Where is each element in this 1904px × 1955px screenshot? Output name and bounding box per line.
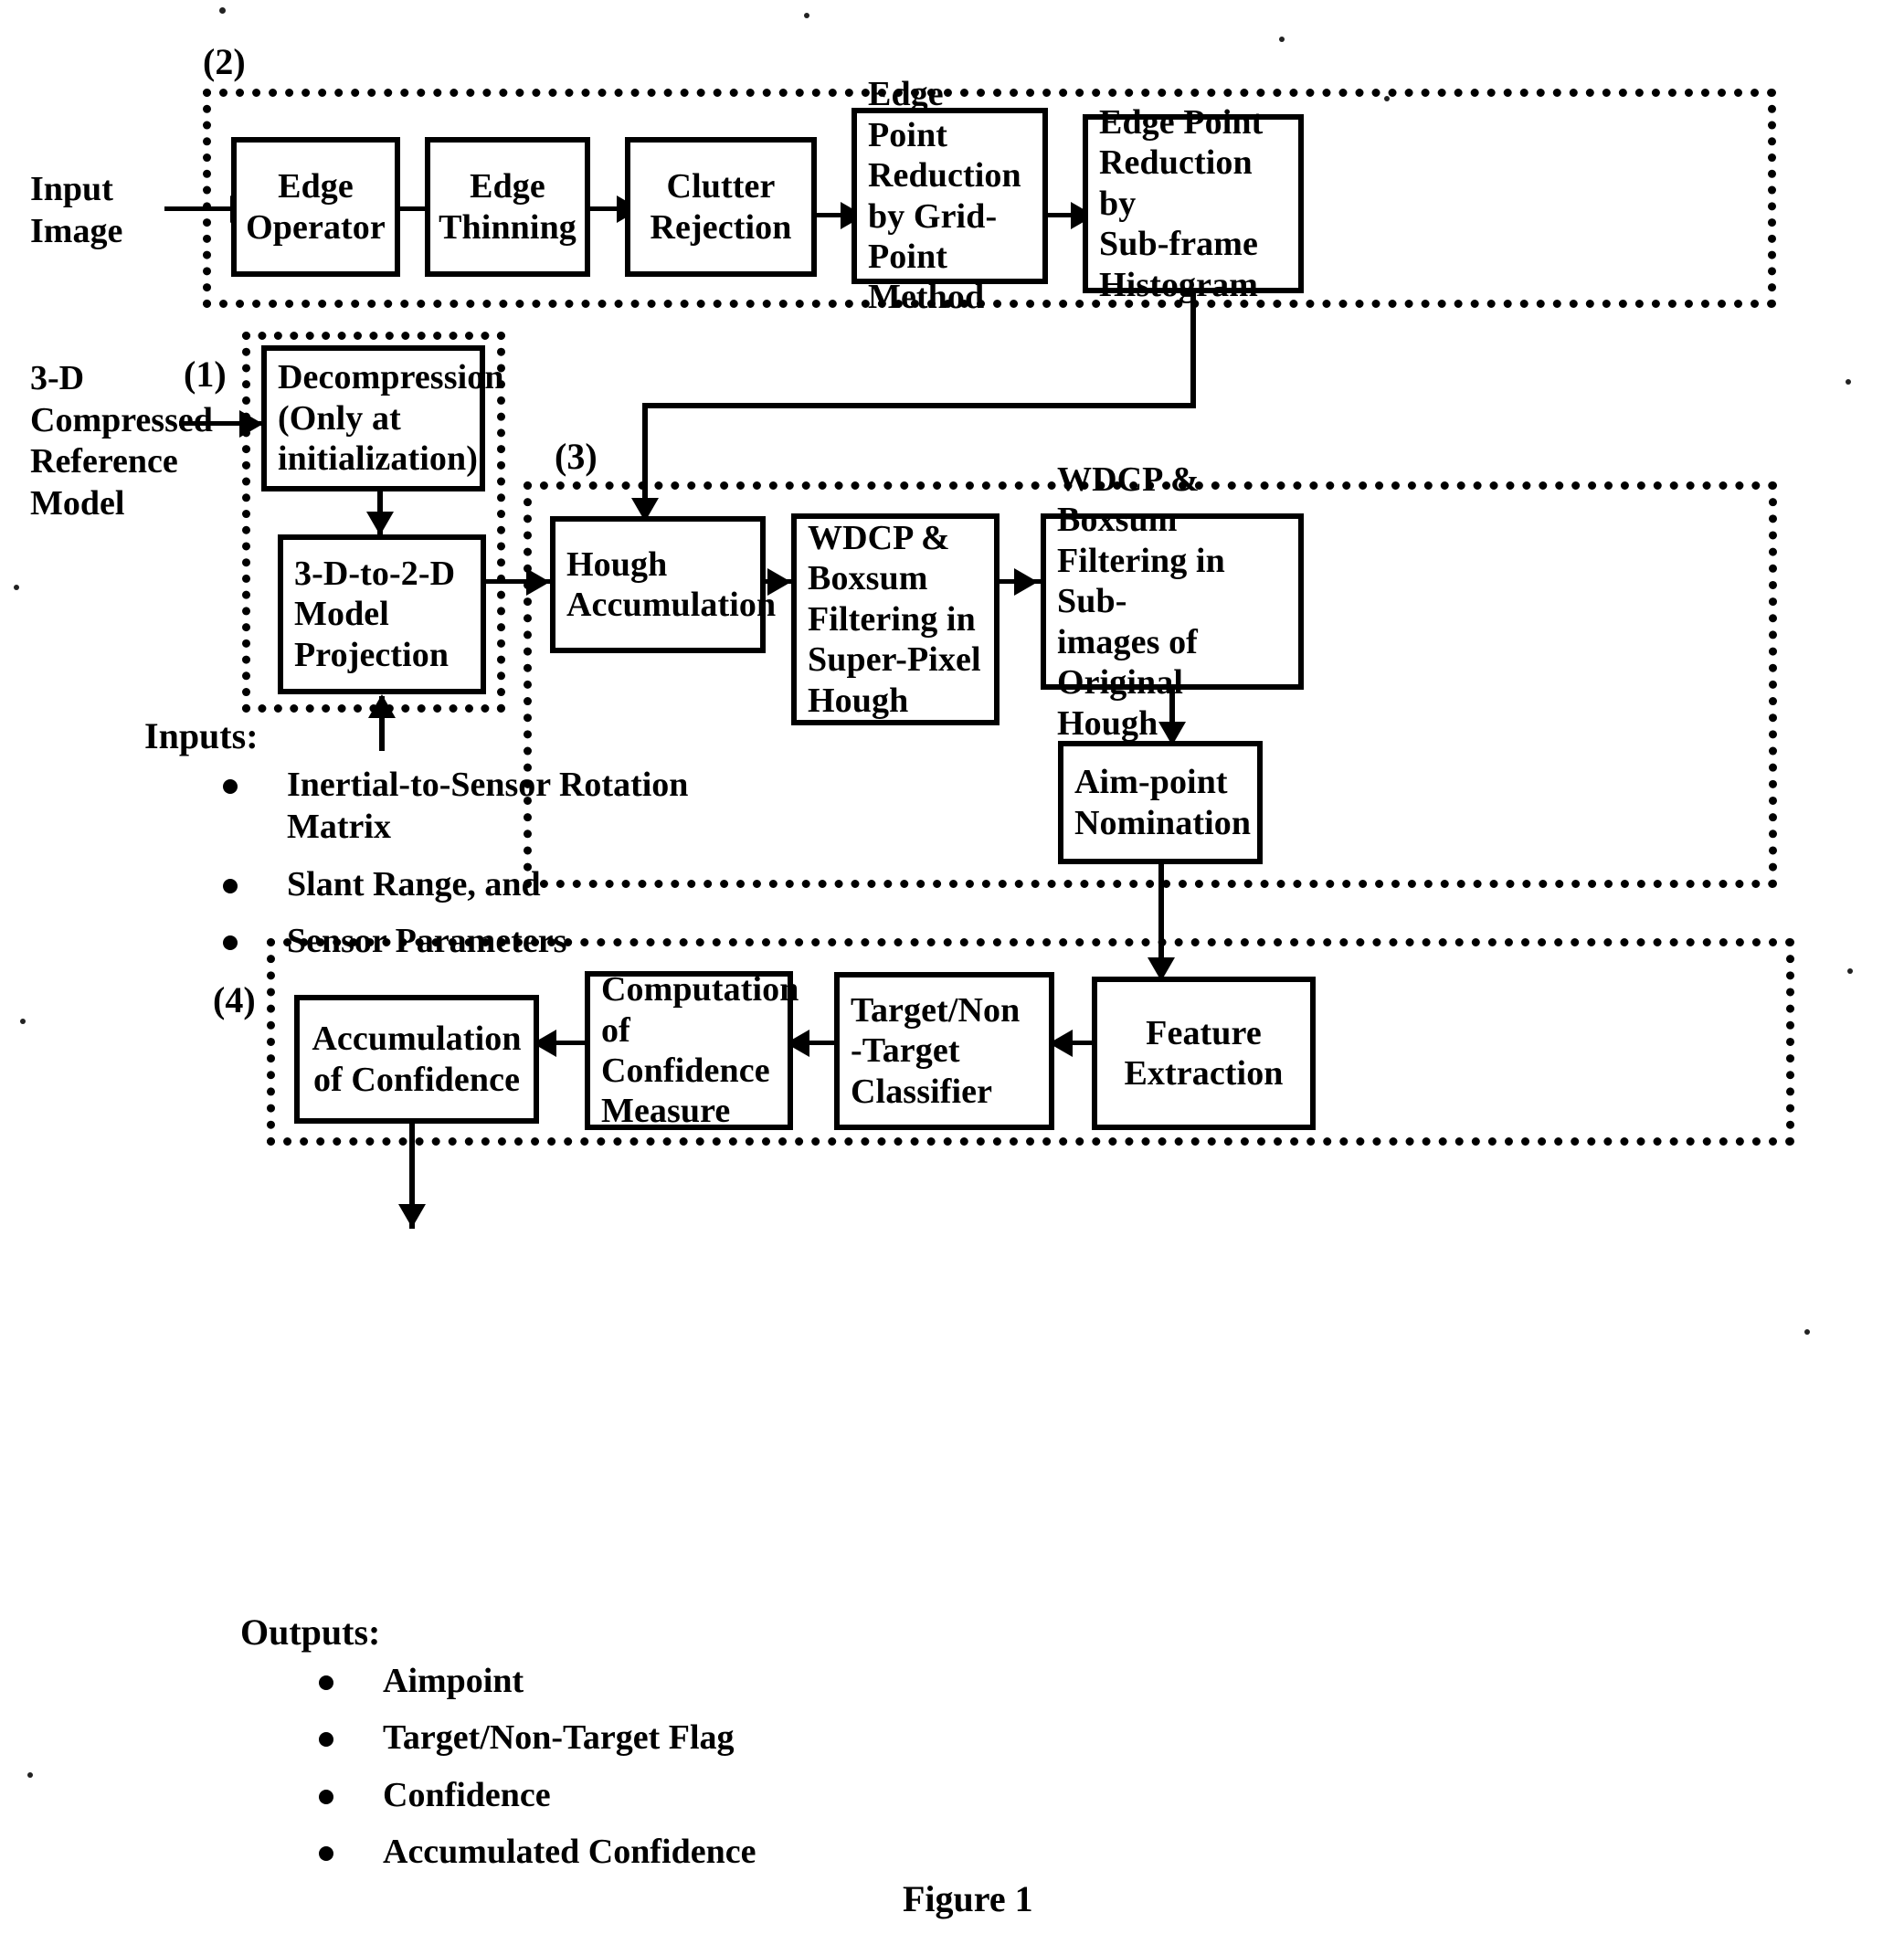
outputs-list-item: Target/Non-Target Flag — [319, 1717, 756, 1759]
box-edge-point-reduction-grid[interactable]: Edge Point Reduction by Grid- Point Meth… — [852, 75, 1048, 316]
box-hough-accumulation-label: Hough Accumulation — [566, 544, 777, 624]
scan-speck — [1846, 379, 1851, 385]
stage3-tag: (3) — [555, 436, 598, 477]
outputs-list-item: Aimpoint — [319, 1660, 756, 1702]
box-edge-thinning-label: Edge Thinning — [439, 167, 576, 247]
scan-speck — [1384, 96, 1390, 101]
inputs-list-items: Inertial-to-Sensor Rotation Matrix Slant… — [144, 764, 799, 962]
box-computation-of-confidence-measure-label: Computation of Confidence Measure — [601, 970, 799, 1131]
box-wdcp-superpixel[interactable]: WDCP & Boxsum Filtering in Super-Pixel H… — [791, 513, 1000, 725]
outputs-list: Outputs: Aimpoint Target/Non-Target Flag… — [240, 1611, 756, 1887]
box-edge-point-reduction-subframe[interactable]: Edge Point Reduction by Sub-frame Histog… — [1083, 103, 1304, 304]
box-edge-operator-label: Edge Operator — [246, 167, 386, 247]
box-clutter-rejection-label: Clutter Rejection — [650, 167, 792, 247]
inputs-list-item: Sensor Parameters — [223, 920, 799, 962]
input-image-label: Input Image — [30, 170, 123, 250]
arrowhead-wdcp1-wdcp2 — [1014, 568, 1038, 596]
box-aim-point-nomination[interactable]: Aim-point Nomination — [1058, 741, 1263, 864]
box-model-projection-label: 3-D-to-2-D Model Projection — [294, 554, 456, 674]
outputs-list-item: Accumulated Confidence — [319, 1831, 756, 1873]
box-decompression-label: Decompression (Only at initialization) — [278, 358, 504, 479]
box-edge-point-reduction-grid-label: Edge Point Reduction by Grid- Point Meth… — [868, 75, 1021, 317]
inputs-list: Inputs: Inertial-to-Sensor Rotation Matr… — [144, 714, 799, 977]
outputs-list-title: Outputs: — [240, 1612, 381, 1653]
scan-speck — [1804, 1329, 1810, 1335]
box-hough-accumulation[interactable]: Hough Accumulation — [550, 516, 776, 653]
arrowhead-projection-hough — [526, 568, 550, 596]
arrowhead-accumulation-outputs — [398, 1204, 426, 1228]
stage2-tag: (2) — [203, 41, 246, 82]
box-edge-thinning[interactable]: Edge Thinning — [425, 137, 590, 277]
inputs-list-item: Slant Range, and — [223, 863, 799, 905]
outputs-list-item: Confidence — [319, 1774, 756, 1816]
box-accumulation-of-confidence[interactable]: Accumulation of Confidence — [294, 995, 539, 1124]
box-feature-extraction[interactable]: Feature Extraction — [1092, 977, 1316, 1130]
inputs-list-item: Inertial-to-Sensor Rotation Matrix — [223, 764, 799, 849]
box-edge-point-reduction-subframe-label: Edge Point Reduction by Sub-frame Histog… — [1099, 102, 1264, 304]
box-model-projection[interactable]: 3-D-to-2-D Model Projection — [278, 534, 486, 694]
arrowhead-refmodel-decompression — [239, 410, 263, 438]
box-decompression[interactable]: Decompression (Only at initialization) — [261, 345, 503, 491]
stage4-tag: (4) — [213, 979, 256, 1020]
box-feature-extraction-label: Feature Extraction — [1124, 1013, 1284, 1093]
scan-speck — [804, 13, 809, 18]
box-clutter-rejection[interactable]: Clutter Rejection — [625, 137, 817, 277]
scan-speck — [1279, 37, 1285, 42]
outputs-list-items: Aimpoint Target/Non-Target Flag Confiden… — [240, 1660, 756, 1873]
scan-speck — [14, 585, 19, 590]
stage1-tag: (1) — [184, 354, 227, 395]
figure-page: (2) Input Image Edge Operator Edge Thinn… — [0, 0, 1904, 1955]
route-subframe-left — [642, 403, 1196, 408]
box-accumulation-of-confidence-label: Accumulation of Confidence — [312, 1020, 522, 1099]
box-computation-of-confidence-measure[interactable]: Computation of Confidence Measure — [585, 970, 799, 1130]
inputs-list-title: Inputs: — [144, 715, 259, 756]
figure-caption: Figure 1 — [903, 1878, 1033, 1919]
box-wdcp-superpixel-label: WDCP & Boxsum Filtering in Super-Pixel H… — [808, 518, 981, 720]
scan-speck — [1847, 968, 1853, 974]
scan-speck — [20, 1019, 26, 1024]
box-wdcp-subimages-label: WDCP & Boxsum Filtering in Sub- images o… — [1057, 460, 1225, 743]
scan-speck — [219, 7, 226, 14]
box-aim-point-nomination-label: Aim-point Nomination — [1074, 763, 1252, 842]
box-edge-operator[interactable]: Edge Operator — [231, 137, 400, 277]
box-target-nontarget-classifier-label: Target/Non -Target Classifier — [851, 990, 1021, 1111]
arrowhead-decompression-projection — [366, 512, 394, 535]
route-subframe-down — [1190, 293, 1196, 407]
box-wdcp-subimages[interactable]: WDCP & Boxsum Filtering in Sub- images o… — [1041, 460, 1304, 743]
box-target-nontarget-classifier[interactable]: Target/Non -Target Classifier — [834, 972, 1054, 1130]
scan-speck — [27, 1772, 33, 1778]
